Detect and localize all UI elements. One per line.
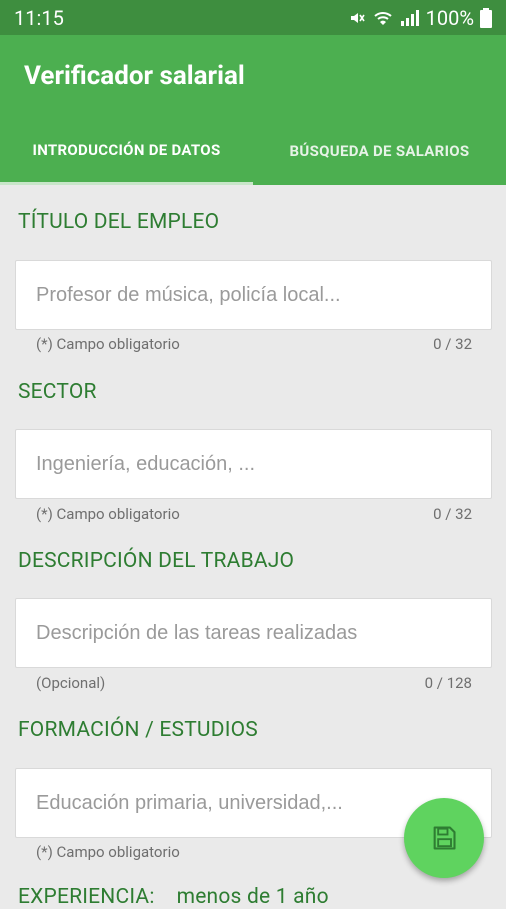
job-title-counter: 0 / 32 xyxy=(433,335,472,353)
description-helper: (Opcional) xyxy=(36,674,106,692)
experience-label: EXPERIENCIA: xyxy=(18,885,155,909)
sector-field[interactable] xyxy=(15,429,492,499)
experience-row[interactable]: EXPERIENCIA: menos de 1 año xyxy=(18,885,329,909)
education-helper: (*) Campo obligatorio xyxy=(36,843,180,861)
job-title-input[interactable] xyxy=(16,261,491,329)
job-title-label: TÍTULO DEL EMPLEO xyxy=(18,210,220,234)
app-title: Verificador salarial xyxy=(24,61,245,91)
save-button[interactable] xyxy=(404,798,484,878)
battery-percentage: 100% xyxy=(425,5,474,30)
status-bar: 11:15 100% xyxy=(0,0,506,35)
job-title-field[interactable] xyxy=(15,260,492,330)
app-bar: Verificador salarial INTRODUCCIÓN DE DAT… xyxy=(0,35,506,185)
sector-helper: (*) Campo obligatorio xyxy=(36,505,180,523)
signal-icon xyxy=(400,9,419,26)
mute-icon xyxy=(350,12,365,23)
sector-counter: 0 / 32 xyxy=(433,505,472,523)
description-counter: 0 / 128 xyxy=(424,674,472,692)
description-label: DESCRIPCIÓN DEL TRABAJO xyxy=(18,549,295,573)
experience-value[interactable]: menos de 1 año xyxy=(177,885,329,909)
battery-icon xyxy=(480,7,492,28)
job-title-helper: (*) Campo obligatorio xyxy=(36,335,180,353)
description-input[interactable] xyxy=(16,599,491,667)
tab-salary-search[interactable]: BÚSQUEDA DE SALARIOS xyxy=(253,117,506,185)
wifi-icon xyxy=(373,11,392,25)
sector-input[interactable] xyxy=(16,430,491,498)
save-icon xyxy=(433,826,456,850)
status-time: 11:15 xyxy=(14,5,64,30)
education-label: FORMACIÓN / ESTUDIOS xyxy=(18,718,258,742)
tab-bar: INTRODUCCIÓN DE DATOS BÚSQUEDA DE SALARI… xyxy=(0,117,506,185)
sector-label: SECTOR xyxy=(18,380,97,404)
tab-data-entry[interactable]: INTRODUCCIÓN DE DATOS xyxy=(0,117,253,185)
status-icons: 100% xyxy=(348,6,492,30)
description-field[interactable] xyxy=(15,598,492,668)
